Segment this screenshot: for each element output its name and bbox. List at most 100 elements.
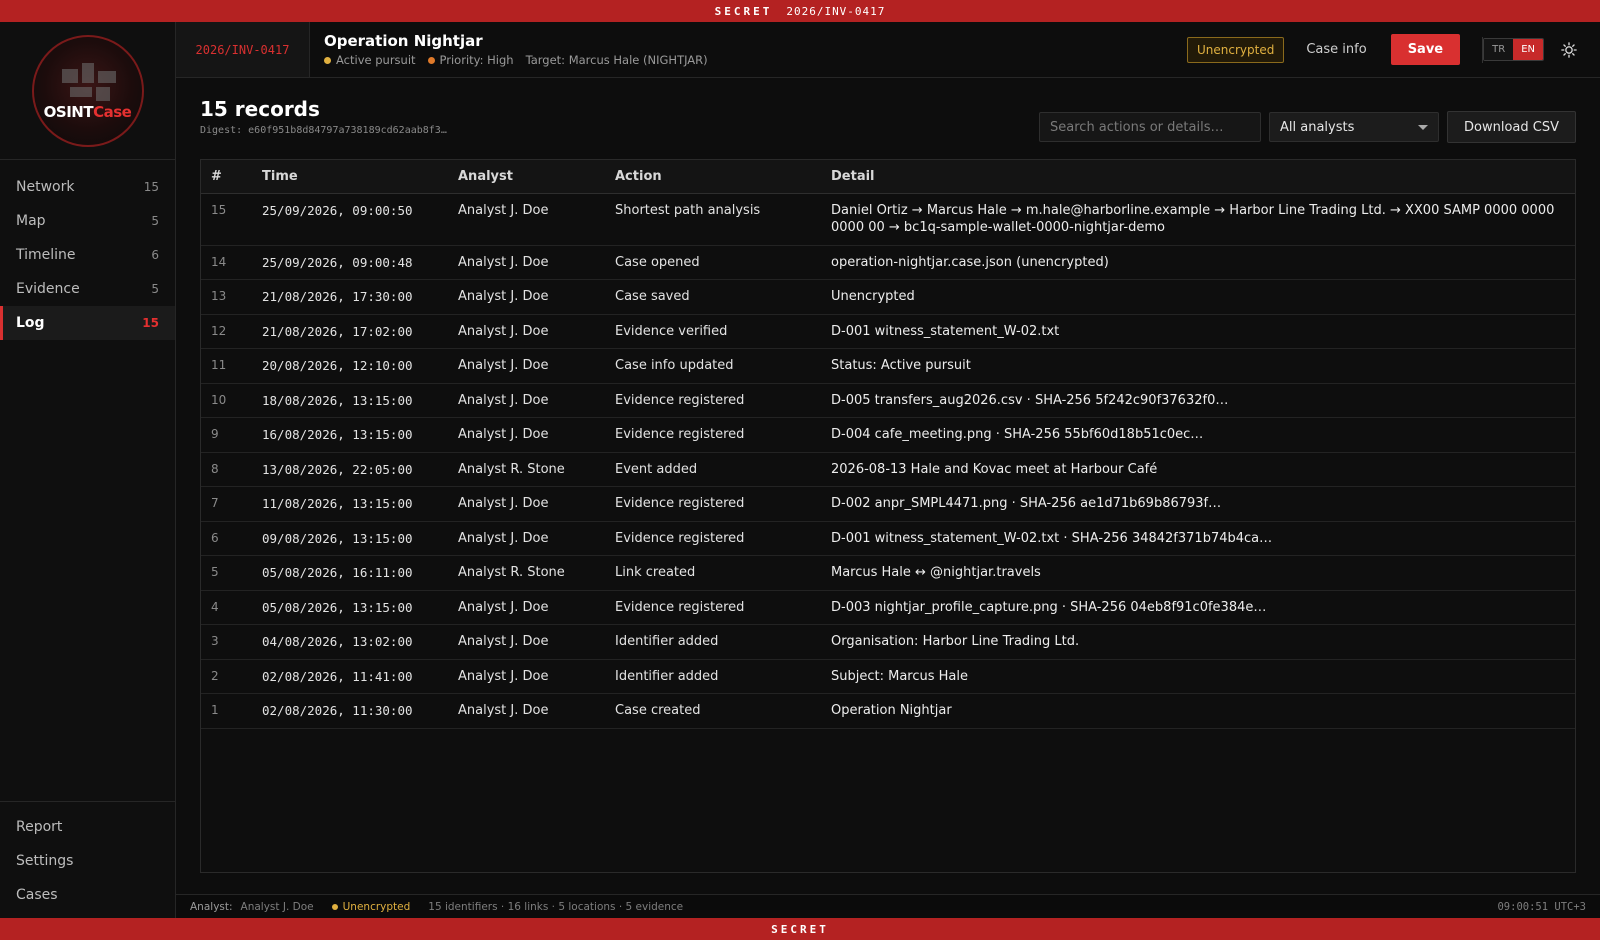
row-detail: D-003 nightjar_profile_capture.png · SHA…	[821, 590, 1575, 625]
sidebar-item-settings[interactable]: Settings	[0, 844, 175, 878]
language-en-button[interactable]: EN	[1513, 39, 1543, 60]
banner-case-id: 2026/INV-0417	[786, 4, 886, 18]
row-detail: 2026-08-13 Hale and Kovac meet at Harbou…	[821, 452, 1575, 487]
row-analyst: Analyst J. Doe	[448, 624, 605, 660]
row-index: 8	[201, 452, 252, 487]
row-index: 14	[201, 245, 252, 280]
table-row[interactable]: 4 05/08/2026, 13:15:00 Analyst J. Doe Ev…	[201, 590, 1575, 625]
status-dot-icon	[324, 56, 331, 64]
row-analyst: Analyst J. Doe	[448, 279, 605, 315]
table-row[interactable]: 11 20/08/2026, 12:10:00 Analyst J. Doe C…	[201, 348, 1575, 384]
sidebar-item-count: 15	[143, 180, 159, 194]
row-time: 04/08/2026, 13:02:00	[252, 624, 448, 660]
row-action: Case info updated	[605, 348, 821, 384]
column-header-detail[interactable]: Detail	[821, 160, 1575, 194]
column-header-analyst[interactable]: Analyst	[448, 160, 605, 194]
sidebar-item-network[interactable]: Network 15	[0, 170, 175, 204]
row-index: 10	[201, 383, 252, 418]
row-action: Case saved	[605, 279, 821, 315]
sidebar-item-label: Cases	[16, 887, 58, 903]
table-row[interactable]: 14 25/09/2026, 09:00:48 Analyst J. Doe C…	[201, 245, 1575, 280]
encryption-status-badge[interactable]: Unencrypted	[1187, 36, 1285, 63]
case-info-button[interactable]: Case info	[1306, 42, 1366, 57]
save-button[interactable]: Save	[1390, 34, 1461, 65]
language-tr-button[interactable]: TR	[1484, 39, 1514, 60]
header-actions: Unencrypted Case info Save TR EN	[1187, 34, 1600, 65]
row-action: Evidence registered	[605, 590, 821, 625]
case-id: 2026/INV-0417	[176, 22, 310, 77]
row-time: 05/08/2026, 16:11:00	[252, 555, 448, 591]
table-row[interactable]: 5 05/08/2026, 16:11:00 Analyst R. Stone …	[201, 555, 1575, 591]
row-index: 3	[201, 624, 252, 660]
row-action: Evidence registered	[605, 383, 821, 418]
sidebar-item-timeline[interactable]: Timeline 6	[0, 238, 175, 272]
row-index: 2	[201, 659, 252, 694]
sidebar-item-label: Timeline	[16, 247, 76, 263]
row-time: 05/08/2026, 13:15:00	[252, 590, 448, 625]
logo-graphic	[56, 61, 126, 107]
case-title-block: Operation Nightjar Active pursuit Priori…	[310, 32, 720, 67]
row-time: 21/08/2026, 17:30:00	[252, 279, 448, 315]
table-row[interactable]: 9 16/08/2026, 13:15:00 Analyst J. Doe Ev…	[201, 417, 1575, 453]
row-analyst: Analyst J. Doe	[448, 383, 605, 418]
row-index: 5	[201, 555, 252, 591]
log-table: # Time Analyst Action Detail 15 25/09/20…	[201, 160, 1575, 729]
table-row[interactable]: 10 18/08/2026, 13:15:00 Analyst J. Doe E…	[201, 383, 1575, 418]
row-action: Shortest path analysis	[605, 193, 821, 246]
case-target: Target: Marcus Hale (NIGHTJAR)	[525, 53, 708, 67]
table-row[interactable]: 2 02/08/2026, 11:41:00 Analyst J. Doe Id…	[201, 659, 1575, 694]
sidebar: OSINTCase Network 15 Map 5 Timeline 6 Ev…	[0, 22, 176, 918]
download-csv-button[interactable]: Download CSV	[1447, 111, 1576, 143]
search-input[interactable]	[1039, 112, 1262, 142]
table-row[interactable]: 15 25/09/2026, 09:00:50 Analyst J. Doe S…	[201, 193, 1575, 246]
sidebar-item-cases[interactable]: Cases	[0, 878, 175, 912]
row-index: 12	[201, 314, 252, 349]
row-analyst: Analyst J. Doe	[448, 348, 605, 384]
sidebar-item-map[interactable]: Map 5	[0, 204, 175, 238]
table-row[interactable]: 13 21/08/2026, 17:30:00 Analyst J. Doe C…	[201, 279, 1575, 315]
sidebar-item-label: Log	[16, 315, 45, 331]
status-analyst-label: Analyst:	[190, 900, 233, 913]
sidebar-bottom-nav: Report Settings Cases	[0, 801, 175, 918]
row-time: 20/08/2026, 12:10:00	[252, 348, 448, 384]
row-detail: operation-nightjar.case.json (unencrypte…	[821, 245, 1575, 280]
table-row[interactable]: 3 04/08/2026, 13:02:00 Analyst J. Doe Id…	[201, 624, 1575, 660]
sidebar-item-report[interactable]: Report	[0, 810, 175, 844]
row-detail: Daniel Ortiz → Marcus Hale → m.hale@harb…	[821, 193, 1575, 246]
status-summary: 15 identifiers · 16 links · 5 locations …	[428, 900, 684, 913]
row-analyst: Analyst J. Doe	[448, 417, 605, 453]
row-time: 25/09/2026, 09:00:50	[252, 193, 448, 246]
row-detail: D-005 transfers_aug2026.csv · SHA-256 5f…	[821, 383, 1575, 418]
table-row[interactable]: 12 21/08/2026, 17:02:00 Analyst J. Doe E…	[201, 314, 1575, 349]
row-detail: Status: Active pursuit	[821, 348, 1575, 384]
row-analyst: Analyst J. Doe	[448, 693, 605, 729]
table-row[interactable]: 7 11/08/2026, 13:15:00 Analyst J. Doe Ev…	[201, 486, 1575, 522]
column-header-time[interactable]: Time	[252, 160, 448, 194]
analyst-filter-select[interactable]: All analysts	[1269, 112, 1440, 142]
sidebar-item-count: 5	[151, 282, 159, 296]
case-title: Operation Nightjar	[324, 32, 483, 50]
row-time: 16/08/2026, 13:15:00	[252, 417, 448, 453]
sidebar-item-log[interactable]: Log 15	[0, 306, 175, 340]
table-row[interactable]: 6 09/08/2026, 13:15:00 Analyst J. Doe Ev…	[201, 521, 1575, 556]
sidebar-item-evidence[interactable]: Evidence 5	[0, 272, 175, 306]
column-header-index[interactable]: #	[201, 160, 252, 194]
theme-toggle-sun-icon[interactable]	[1560, 41, 1578, 59]
log-digest: Digest: e60f951b8d84797a738189cd62aab8f3…	[200, 125, 447, 136]
log-table-container[interactable]: # Time Analyst Action Detail 15 25/09/20…	[200, 159, 1576, 873]
row-detail: Subject: Marcus Hale	[821, 659, 1575, 694]
row-detail: D-004 cafe_meeting.png · SHA-256 55bf60d…	[821, 417, 1575, 453]
table-row[interactable]: 8 13/08/2026, 22:05:00 Analyst R. Stone …	[201, 452, 1575, 487]
status-clock: 09:00:51 UTC+3	[1497, 900, 1586, 913]
table-row[interactable]: 1 02/08/2026, 11:30:00 Analyst J. Doe Ca…	[201, 693, 1575, 729]
column-header-action[interactable]: Action	[605, 160, 821, 194]
records-count: 15 records	[200, 97, 320, 121]
row-time: 09/08/2026, 13:15:00	[252, 521, 448, 556]
row-time: 11/08/2026, 13:15:00	[252, 486, 448, 522]
case-status: Active pursuit	[324, 53, 416, 67]
row-time: 13/08/2026, 22:05:00	[252, 452, 448, 487]
status-bar: Analyst: Analyst J. Doe Unencrypted 15 i…	[176, 894, 1600, 918]
row-time: 25/09/2026, 09:00:48	[252, 245, 448, 280]
classification-banner-top: SECRET 2026/INV-0417	[0, 0, 1600, 22]
row-detail: Organisation: Harbor Line Trading Ltd.	[821, 624, 1575, 660]
